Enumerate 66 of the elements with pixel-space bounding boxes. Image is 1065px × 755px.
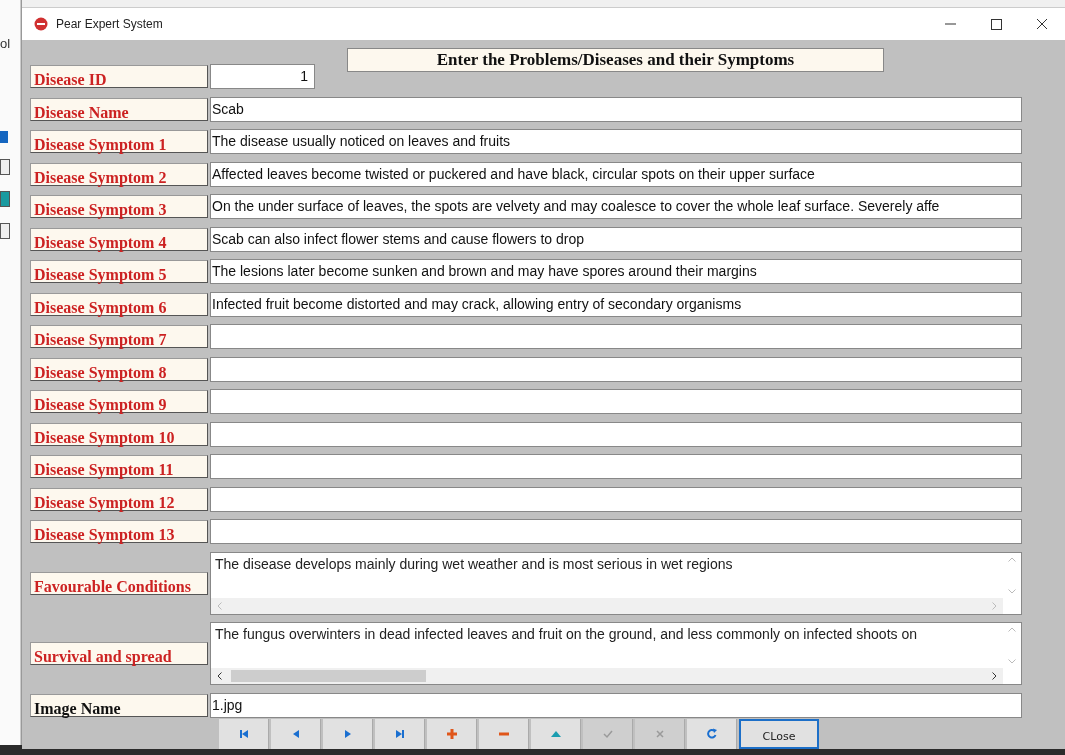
close-icon[interactable] [1036, 18, 1048, 30]
window-title: Pear Expert System [56, 17, 164, 31]
input-field[interactable]: 1 [210, 64, 315, 89]
input-field[interactable]: Scab can also infect flower stems and cause flowers to drop [210, 226, 1022, 252]
app-icon [34, 17, 48, 31]
field-label: Disease Symptom 7 [30, 325, 208, 348]
input-field[interactable]: Affected leaves become twisted or puckered and have black, circular spots on their upper surface [210, 161, 1022, 187]
navigator-button[interactable] [687, 718, 737, 749]
field-label: Disease Symptom 6 [30, 292, 208, 316]
input-field[interactable]: On the under surface of leaves, the spots are velvety and may coalesce to cover the whole leaf surface. Severely affe [210, 194, 1022, 219]
last-record-icon [393, 727, 406, 740]
navigator-button[interactable] [271, 718, 321, 749]
field-label: Disease Symptom 3 [30, 195, 208, 218]
scroll-right-icon[interactable] [992, 672, 997, 680]
field-label: Disease Symptom 12 [30, 487, 208, 511]
input-field[interactable]: The disease usually noticed on leaves and fruits [210, 129, 1022, 154]
form-heading: Enter the Problems/Diseases and their Symptoms [347, 48, 884, 72]
background-window-icon [0, 131, 8, 143]
input-field[interactable]: The lesions later become sunken and brown and may have spores around their margins [210, 259, 1022, 284]
memo-field[interactable]: The fungus overwinters in dead infected leaves and fruit on the ground, and less commonly on infected shoots on [210, 622, 1022, 685]
field-label: Disease Symptom 8 [30, 357, 208, 381]
field-label: Disease Symptom 11 [30, 455, 208, 478]
input-field[interactable] [210, 519, 1022, 544]
field-label: Survival and spread [30, 642, 208, 665]
maximize-icon[interactable] [990, 18, 1002, 30]
field-label: Disease Symptom 5 [30, 260, 208, 283]
scroll-down-icon[interactable] [1008, 588, 1016, 594]
field-label: Disease Symptom 9 [30, 390, 208, 413]
field-label: Disease Symptom 2 [30, 162, 208, 186]
navigator-button[interactable] [427, 718, 477, 749]
scroll-up-icon[interactable] [1008, 556, 1016, 562]
close-button[interactable]: CLose [739, 718, 819, 749]
first-record-icon [237, 727, 250, 740]
input-field[interactable] [210, 454, 1022, 479]
background-window-icon [0, 191, 10, 207]
input-field[interactable] [210, 389, 1022, 414]
scroll-up-icon[interactable] [1008, 627, 1016, 632]
input-field[interactable]: 1.jpg [210, 692, 1022, 718]
memo-field[interactable]: The disease develops mainly during wet weather and is most serious in wet regions [210, 551, 1022, 615]
field-label: Favourable Conditions [30, 571, 208, 595]
plus-icon [445, 727, 458, 740]
field-label: Disease Symptom 4 [30, 227, 208, 251]
navigator-button[interactable] [531, 718, 581, 749]
input-field[interactable] [210, 324, 1022, 349]
field-label: Disease ID [30, 65, 208, 88]
input-field[interactable]: Infected fruit become distorted and may crack, allowing entry of secondary organisms [210, 291, 1022, 317]
input-field[interactable] [210, 421, 1022, 447]
input-field[interactable] [210, 356, 1022, 382]
input-field[interactable]: Scab [210, 96, 1022, 122]
scroll-down-icon[interactable] [1008, 659, 1016, 664]
field-label: Disease Symptom 1 [30, 130, 208, 153]
navigator-button[interactable] [219, 718, 269, 749]
background-window-text: ol [0, 36, 12, 51]
scroll-thumb[interactable] [231, 670, 426, 682]
field-label: Disease Symptom 13 [30, 520, 208, 543]
cancel-icon [653, 727, 666, 740]
field-label: Disease Symptom 10 [30, 422, 208, 446]
scroll-left-icon[interactable] [217, 672, 222, 680]
minimize-icon[interactable] [944, 23, 956, 25]
field-label: Disease Name [30, 97, 208, 121]
navigator-button[interactable] [323, 718, 373, 749]
navigator-button[interactable] [375, 718, 425, 749]
field-label: Image Name [30, 693, 208, 717]
refresh-icon [705, 727, 718, 740]
input-field[interactable] [210, 486, 1022, 512]
navigator-button[interactable] [479, 718, 529, 749]
